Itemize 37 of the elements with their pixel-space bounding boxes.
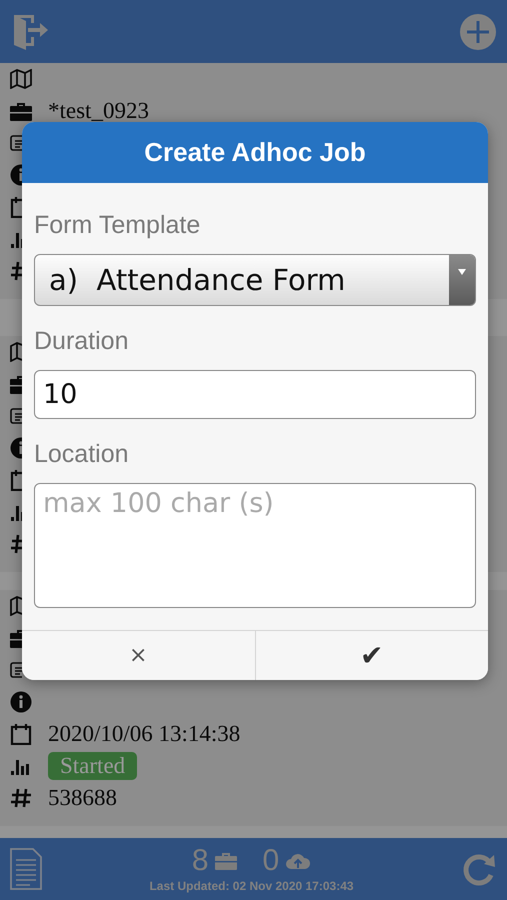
dialog-title: Create Adhoc Job — [22, 122, 488, 183]
briefcase-icon — [10, 101, 32, 121]
document-icon[interactable] — [10, 848, 42, 890]
id-card-icon — [10, 134, 22, 152]
status-badge: Started — [48, 752, 138, 780]
confirm-button[interactable]: ✔ — [254, 631, 488, 680]
hash-icon — [10, 260, 22, 282]
info-icon — [10, 691, 32, 713]
briefcase-icon — [214, 852, 236, 870]
field-label: Location — [34, 440, 129, 469]
location-field[interactable]: max 100 char (s) — [34, 483, 476, 608]
map-icon — [10, 596, 22, 616]
last-updated: Last Updated: 02 Nov 2020 17:03:43 — [149, 879, 354, 893]
cancel-button[interactable]: × — [22, 631, 254, 680]
add-icon[interactable] — [459, 12, 497, 50]
hash-icon — [10, 533, 22, 555]
map-icon — [10, 342, 22, 362]
exit-icon[interactable] — [12, 12, 50, 50]
briefcase-icon — [10, 628, 22, 648]
job-count: 8 — [192, 845, 208, 877]
job-name: *test_0923 — [48, 98, 149, 124]
dropdown-arrow-icon — [458, 269, 466, 275]
hash-icon — [10, 787, 32, 809]
template-dropdown[interactable]: a) Attendance Form — [34, 254, 476, 306]
calendar-icon — [10, 196, 22, 218]
id-card-icon — [10, 661, 22, 679]
field-label: Form Template — [34, 211, 200, 240]
calendar-icon — [10, 469, 22, 491]
job-number: 538688 — [48, 785, 117, 811]
id-card-icon — [10, 407, 22, 425]
field-label: Duration — [34, 327, 128, 356]
cloud-upload-icon — [285, 852, 312, 870]
map-icon — [10, 69, 32, 89]
calendar-icon — [10, 723, 32, 745]
duration-field[interactable]: 10 — [34, 370, 476, 419]
upload-count: 0 — [262, 845, 280, 877]
job-date: 2020/10/06 13:14:38 — [48, 721, 240, 747]
